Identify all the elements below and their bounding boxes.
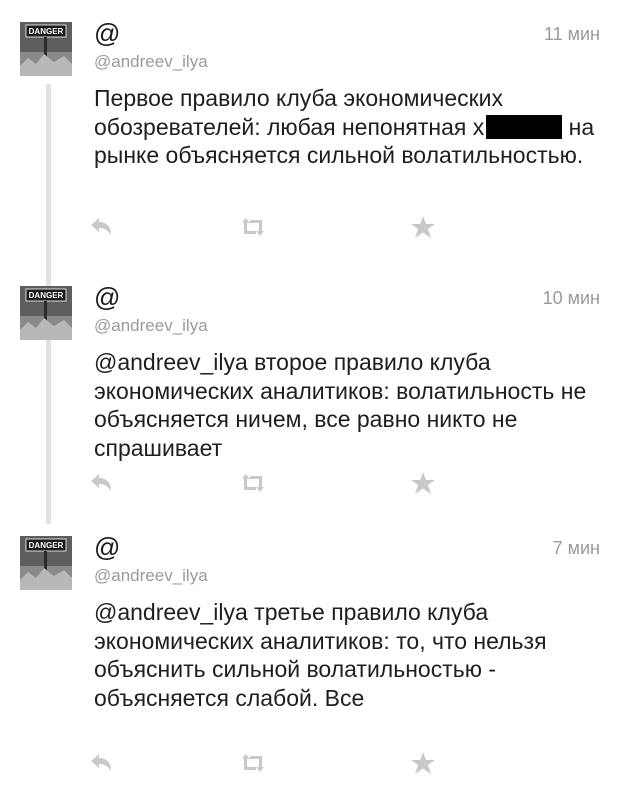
avatar[interactable]: DANGER xyxy=(20,22,72,76)
avatar[interactable]: DANGER xyxy=(20,536,72,590)
reply-button[interactable] xyxy=(86,750,116,776)
reply-icon xyxy=(91,218,111,235)
tweet-2[interactable]: DANGER @ @andreev_ilya 10 мин @andreev_i… xyxy=(0,264,620,514)
user-handle[interactable]: @andreev_ilya xyxy=(94,316,208,336)
timestamp: 11 мин xyxy=(543,24,600,44)
favorite-button[interactable] xyxy=(408,750,438,776)
reply-button[interactable] xyxy=(86,214,116,240)
redaction-bar xyxy=(486,114,563,139)
retweet-button[interactable] xyxy=(238,214,268,240)
svg-text:DANGER: DANGER xyxy=(29,541,64,550)
tweet-1[interactable]: DANGER @ @andreev_ilya 11 мин Первое пра… xyxy=(0,0,620,250)
star-icon xyxy=(411,752,435,774)
tweet-actions xyxy=(86,470,446,496)
reply-icon xyxy=(91,474,111,491)
retweet-icon xyxy=(242,218,264,236)
svg-text:DANGER: DANGER xyxy=(29,27,64,36)
svg-text:DANGER: DANGER xyxy=(29,291,64,300)
tweet-3[interactable]: DANGER @ @andreev_ilya 7 мин @andreev_il… xyxy=(0,514,620,774)
display-name[interactable]: @ xyxy=(94,18,120,49)
tweet-actions xyxy=(86,750,446,776)
tweet-actions xyxy=(86,214,446,240)
retweet-button[interactable] xyxy=(238,750,268,776)
avatar[interactable]: DANGER xyxy=(20,286,72,340)
retweet-icon xyxy=(242,754,264,772)
reply-icon xyxy=(91,754,111,771)
star-icon xyxy=(411,216,435,238)
star-icon xyxy=(411,472,435,494)
display-name[interactable]: @ xyxy=(94,282,120,313)
favorite-button[interactable] xyxy=(408,214,438,240)
tweet-text: @andreev_ilya второе правило клуба эконо… xyxy=(94,349,587,461)
retweet-button[interactable] xyxy=(238,470,268,496)
timestamp: 7 мин xyxy=(552,538,600,558)
reply-button[interactable] xyxy=(86,470,116,496)
user-handle[interactable]: @andreev_ilya xyxy=(94,566,208,586)
tweet-text: Первое правило клуба экономических обозр… xyxy=(94,84,604,170)
tweet-text: @andreev_ilya третье правило клуба эконо… xyxy=(94,599,547,711)
tweet-text-part: Первое правило клуба экономических обозр… xyxy=(94,85,504,140)
user-handle[interactable]: @andreev_ilya xyxy=(94,52,208,72)
display-name[interactable]: @ xyxy=(94,532,120,563)
favorite-button[interactable] xyxy=(408,470,438,496)
retweet-icon xyxy=(242,474,264,492)
timestamp: 10 мин xyxy=(542,288,600,308)
